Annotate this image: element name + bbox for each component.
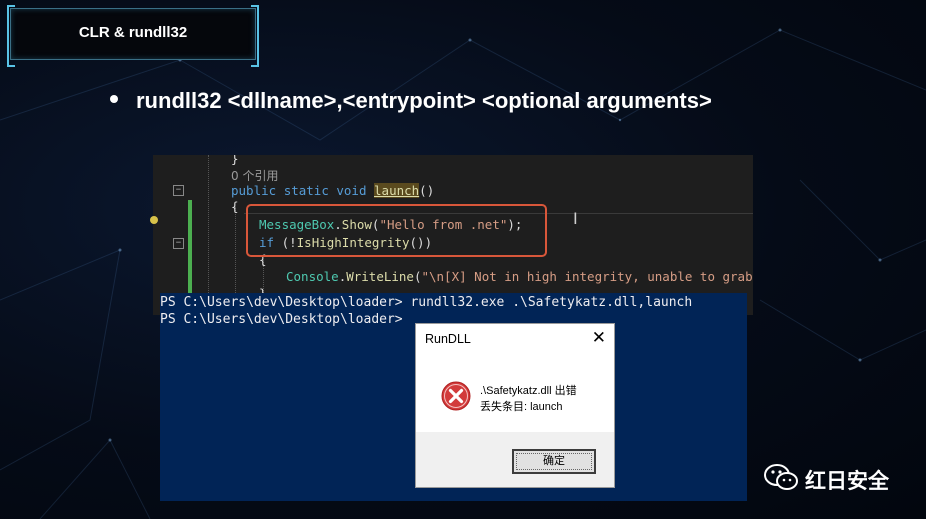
quick-action-bulb-icon[interactable]: [150, 216, 158, 224]
console-line: PS C:\Users\dev\Desktop\loader>: [160, 312, 403, 327]
slide-title-frame: CLR & rundll32: [7, 5, 259, 67]
dialog-message-line: .\Safetykatz.dll 出错: [480, 385, 577, 397]
editor-gutter: [153, 155, 193, 315]
indent-guide: [208, 155, 209, 315]
bullet-dot-icon: [110, 95, 118, 104]
rundll-error-dialog: RunDLL ✕ .\Safetykatz.dll 出错 丢失条目: launc…: [415, 323, 615, 488]
code-line: {: [231, 199, 239, 214]
dialog-message-line: 丢失条目: launch: [480, 401, 563, 413]
slide-title: CLR & rundll32: [78, 24, 188, 41]
dialog-title: RunDLL: [425, 332, 471, 346]
console-line: PS C:\Users\dev\Desktop\loader> rundll32…: [160, 295, 693, 310]
slide: CLR & rundll32 rundll32 <dllname>,<entry…: [0, 0, 926, 519]
watermark-text: 红日安全: [805, 469, 889, 493]
code-line: }: [231, 155, 239, 166]
fold-collapse-icon[interactable]: −: [173, 185, 184, 196]
code-token: {: [231, 199, 239, 214]
error-icon: [441, 381, 471, 411]
code-method-name: launch: [374, 183, 420, 198]
code-token: void: [336, 183, 367, 198]
close-icon[interactable]: ✕: [592, 328, 606, 348]
codelens-references[interactable]: 0 个引用: [231, 167, 278, 184]
highlight-box: [246, 204, 547, 257]
code-line-method-signature: public static void launch(): [231, 183, 434, 198]
code-token: }: [231, 155, 239, 166]
wechat-icon: [764, 464, 798, 490]
fold-collapse-icon[interactable]: −: [173, 238, 184, 249]
code-line-console: Console.WriteLine("\n[X] Not in high int…: [286, 269, 753, 284]
code-token: Console: [286, 269, 339, 284]
code-token: public: [231, 183, 277, 198]
code-string: "\n[X] Not in high integrity, unable to …: [421, 269, 753, 284]
code-token: (): [419, 183, 435, 198]
code-token: static: [283, 183, 329, 198]
ok-button[interactable]: 确定: [512, 449, 596, 474]
bullet-point: rundll32 <dllname>,<entrypoint> <optiona…: [110, 88, 712, 114]
text-cursor-icon: I: [573, 209, 578, 228]
bullet-text: rundll32 <dllname>,<entrypoint> <optiona…: [136, 88, 712, 113]
code-token: WriteLine: [346, 269, 414, 284]
